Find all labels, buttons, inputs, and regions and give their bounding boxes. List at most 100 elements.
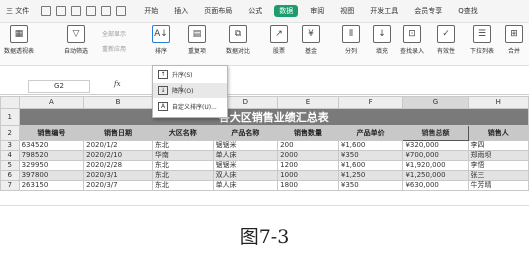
autofilter-button[interactable]: ▽ 自动筛选 (64, 25, 88, 55)
header-cell[interactable]: 产品名称 (212, 125, 279, 141)
table-cell[interactable]: ¥630,000 (402, 180, 469, 191)
print-icon[interactable] (56, 6, 67, 16)
table-cell[interactable]: 2020/3/1 (83, 170, 153, 181)
column-header[interactable]: F (337, 96, 404, 109)
tab-view[interactable]: 视图 (332, 6, 362, 16)
tab-developer[interactable]: 开发工具 (362, 6, 406, 16)
merge-button[interactable]: ⊞ 合并 (505, 25, 523, 55)
search-tab[interactable]: Q查找 (450, 6, 486, 16)
custom-sort-item[interactable]: A 自定义排序(U)... (153, 99, 227, 114)
table-cell[interactable]: 单人床 (212, 150, 279, 161)
table-cell[interactable]: 1200 (277, 160, 339, 171)
table-cell[interactable]: 锯锯米 (212, 140, 279, 151)
table-cell[interactable]: ¥700,000 (402, 150, 469, 161)
dropdown-list-button[interactable]: ☰ 下拉列表 (470, 25, 494, 55)
table-cell[interactable]: 东北 (151, 140, 214, 151)
table-cell[interactable]: 329950 (18, 160, 85, 171)
header-cell[interactable]: 销售数量 (277, 125, 339, 141)
table-cell[interactable]: 东北 (151, 180, 214, 191)
header-cell[interactable]: 大区名称 (151, 125, 214, 141)
fill-button[interactable]: ↓ 填充 (373, 25, 391, 55)
print-preview-icon[interactable] (71, 6, 82, 16)
table-cell[interactable]: ¥1,600 (337, 160, 404, 171)
table-cell[interactable]: 1000 (277, 170, 339, 181)
table-cell[interactable]: 634520 (18, 140, 85, 151)
row-header[interactable]: 6 (0, 170, 20, 181)
table-cell[interactable]: 郑雨坝 (467, 150, 529, 161)
row-header[interactable]: 7 (0, 180, 20, 191)
table-cell[interactable]: ¥350 (337, 150, 404, 161)
column-header[interactable]: B (83, 96, 153, 109)
table-cell[interactable]: 牛芳晴 (467, 180, 529, 191)
header-cell[interactable]: 产品单价 (337, 125, 404, 141)
selected-header-cell[interactable]: 销售总额 (402, 125, 469, 141)
table-cell[interactable]: 2000 (277, 150, 339, 161)
column-header[interactable]: H (467, 96, 529, 109)
table-cell[interactable]: 200 (277, 140, 339, 151)
name-box[interactable]: G2 (28, 80, 90, 93)
header-cell[interactable]: 销售人 (467, 125, 529, 141)
table-cell[interactable]: 锯锯米 (212, 160, 279, 171)
table-cell[interactable]: ¥1,600 (337, 140, 404, 151)
tab-page-layout[interactable]: 页面布局 (196, 6, 240, 16)
reapply-button[interactable]: 重新应用 (102, 44, 126, 53)
stock-button[interactable]: ↗ 股票 (270, 25, 288, 55)
tab-home[interactable]: 开始 (136, 6, 166, 16)
duplicates-button[interactable]: ▤ 重复项 (188, 25, 206, 55)
undo-icon[interactable] (101, 6, 112, 16)
tab-member[interactable]: 会员专享 (406, 6, 450, 16)
table-cell[interactable]: 798520 (18, 150, 85, 161)
tab-review[interactable]: 审阅 (302, 6, 332, 16)
column-header[interactable]: A (18, 96, 85, 109)
tab-formulas[interactable]: 公式 (240, 6, 270, 16)
table-cell[interactable]: 单人床 (212, 180, 279, 191)
header-cell[interactable]: 销售编号 (18, 125, 85, 141)
table-cell[interactable]: 张三 (467, 170, 529, 181)
row-header[interactable]: 4 (0, 150, 20, 161)
row-header[interactable]: 3 (0, 140, 20, 151)
lookup-entry-button[interactable]: ⊡ 查找录入 (400, 25, 424, 55)
table-cell[interactable]: 李悟 (467, 160, 529, 171)
table-cell[interactable]: 东北 (151, 170, 214, 181)
table-cell[interactable]: ¥320,000 (402, 140, 469, 151)
sort-ascending-item[interactable]: ↑ 升序(S) (153, 67, 227, 82)
table-cell[interactable]: 东北 (151, 160, 214, 171)
table-cell[interactable]: 华南 (151, 150, 214, 161)
select-all-corner[interactable] (0, 96, 20, 109)
table-cell[interactable]: 2020/2/28 (83, 160, 153, 171)
data-compare-button[interactable]: ⧉ 数据对比 (226, 25, 250, 55)
table-cell[interactable]: 2020/1/2 (83, 140, 153, 151)
table-cell[interactable]: ¥1,250,000 (402, 170, 469, 181)
sort-button[interactable]: A↓ 排序 (152, 25, 170, 55)
table-cell[interactable]: ¥1,920,000 (402, 160, 469, 171)
save-icon[interactable] (41, 6, 52, 16)
table-cell[interactable]: ¥1,250 (337, 170, 404, 181)
table-cell[interactable]: 2020/2/10 (83, 150, 153, 161)
column-header[interactable]: G (402, 96, 469, 109)
table-cell[interactable]: ¥350 (337, 180, 404, 191)
column-header[interactable]: E (277, 96, 339, 109)
fund-button[interactable]: ¥ 基金 (302, 25, 320, 55)
sheet-title-cell[interactable]: 各大区销售业绩汇总表 (18, 108, 529, 126)
table-cell[interactable]: 李四 (467, 140, 529, 151)
table-cell[interactable]: 397800 (18, 170, 85, 181)
pivot-table-button[interactable]: ▦ 数据透视表 (4, 25, 34, 55)
table-cell[interactable]: 1800 (277, 180, 339, 191)
redo-icon[interactable] (116, 6, 127, 16)
tab-data[interactable]: 数据 (274, 5, 299, 17)
header-cell[interactable]: 销售日期 (83, 125, 153, 141)
fx-icon[interactable]: fx (114, 80, 121, 88)
row-header[interactable]: 1 (0, 108, 20, 126)
tab-insert[interactable]: 插入 (166, 6, 196, 16)
row-header[interactable]: 2 (0, 125, 20, 141)
row-header[interactable]: 5 (0, 160, 20, 171)
table-cell[interactable]: 2020/3/7 (83, 180, 153, 191)
validity-button[interactable]: ✓ 有效性 (437, 25, 455, 55)
sort-descending-item[interactable]: ↓ 降序(O) (153, 83, 227, 98)
file-menu[interactable]: 三 文件 (0, 6, 37, 16)
split-column-button[interactable]: ⫴ 分列 (342, 25, 360, 55)
table-cell[interactable]: 双人床 (212, 170, 279, 181)
show-all-button[interactable]: 全部显示 (102, 29, 126, 38)
table-cell[interactable]: 263150 (18, 180, 85, 191)
copy-icon[interactable] (86, 6, 97, 16)
